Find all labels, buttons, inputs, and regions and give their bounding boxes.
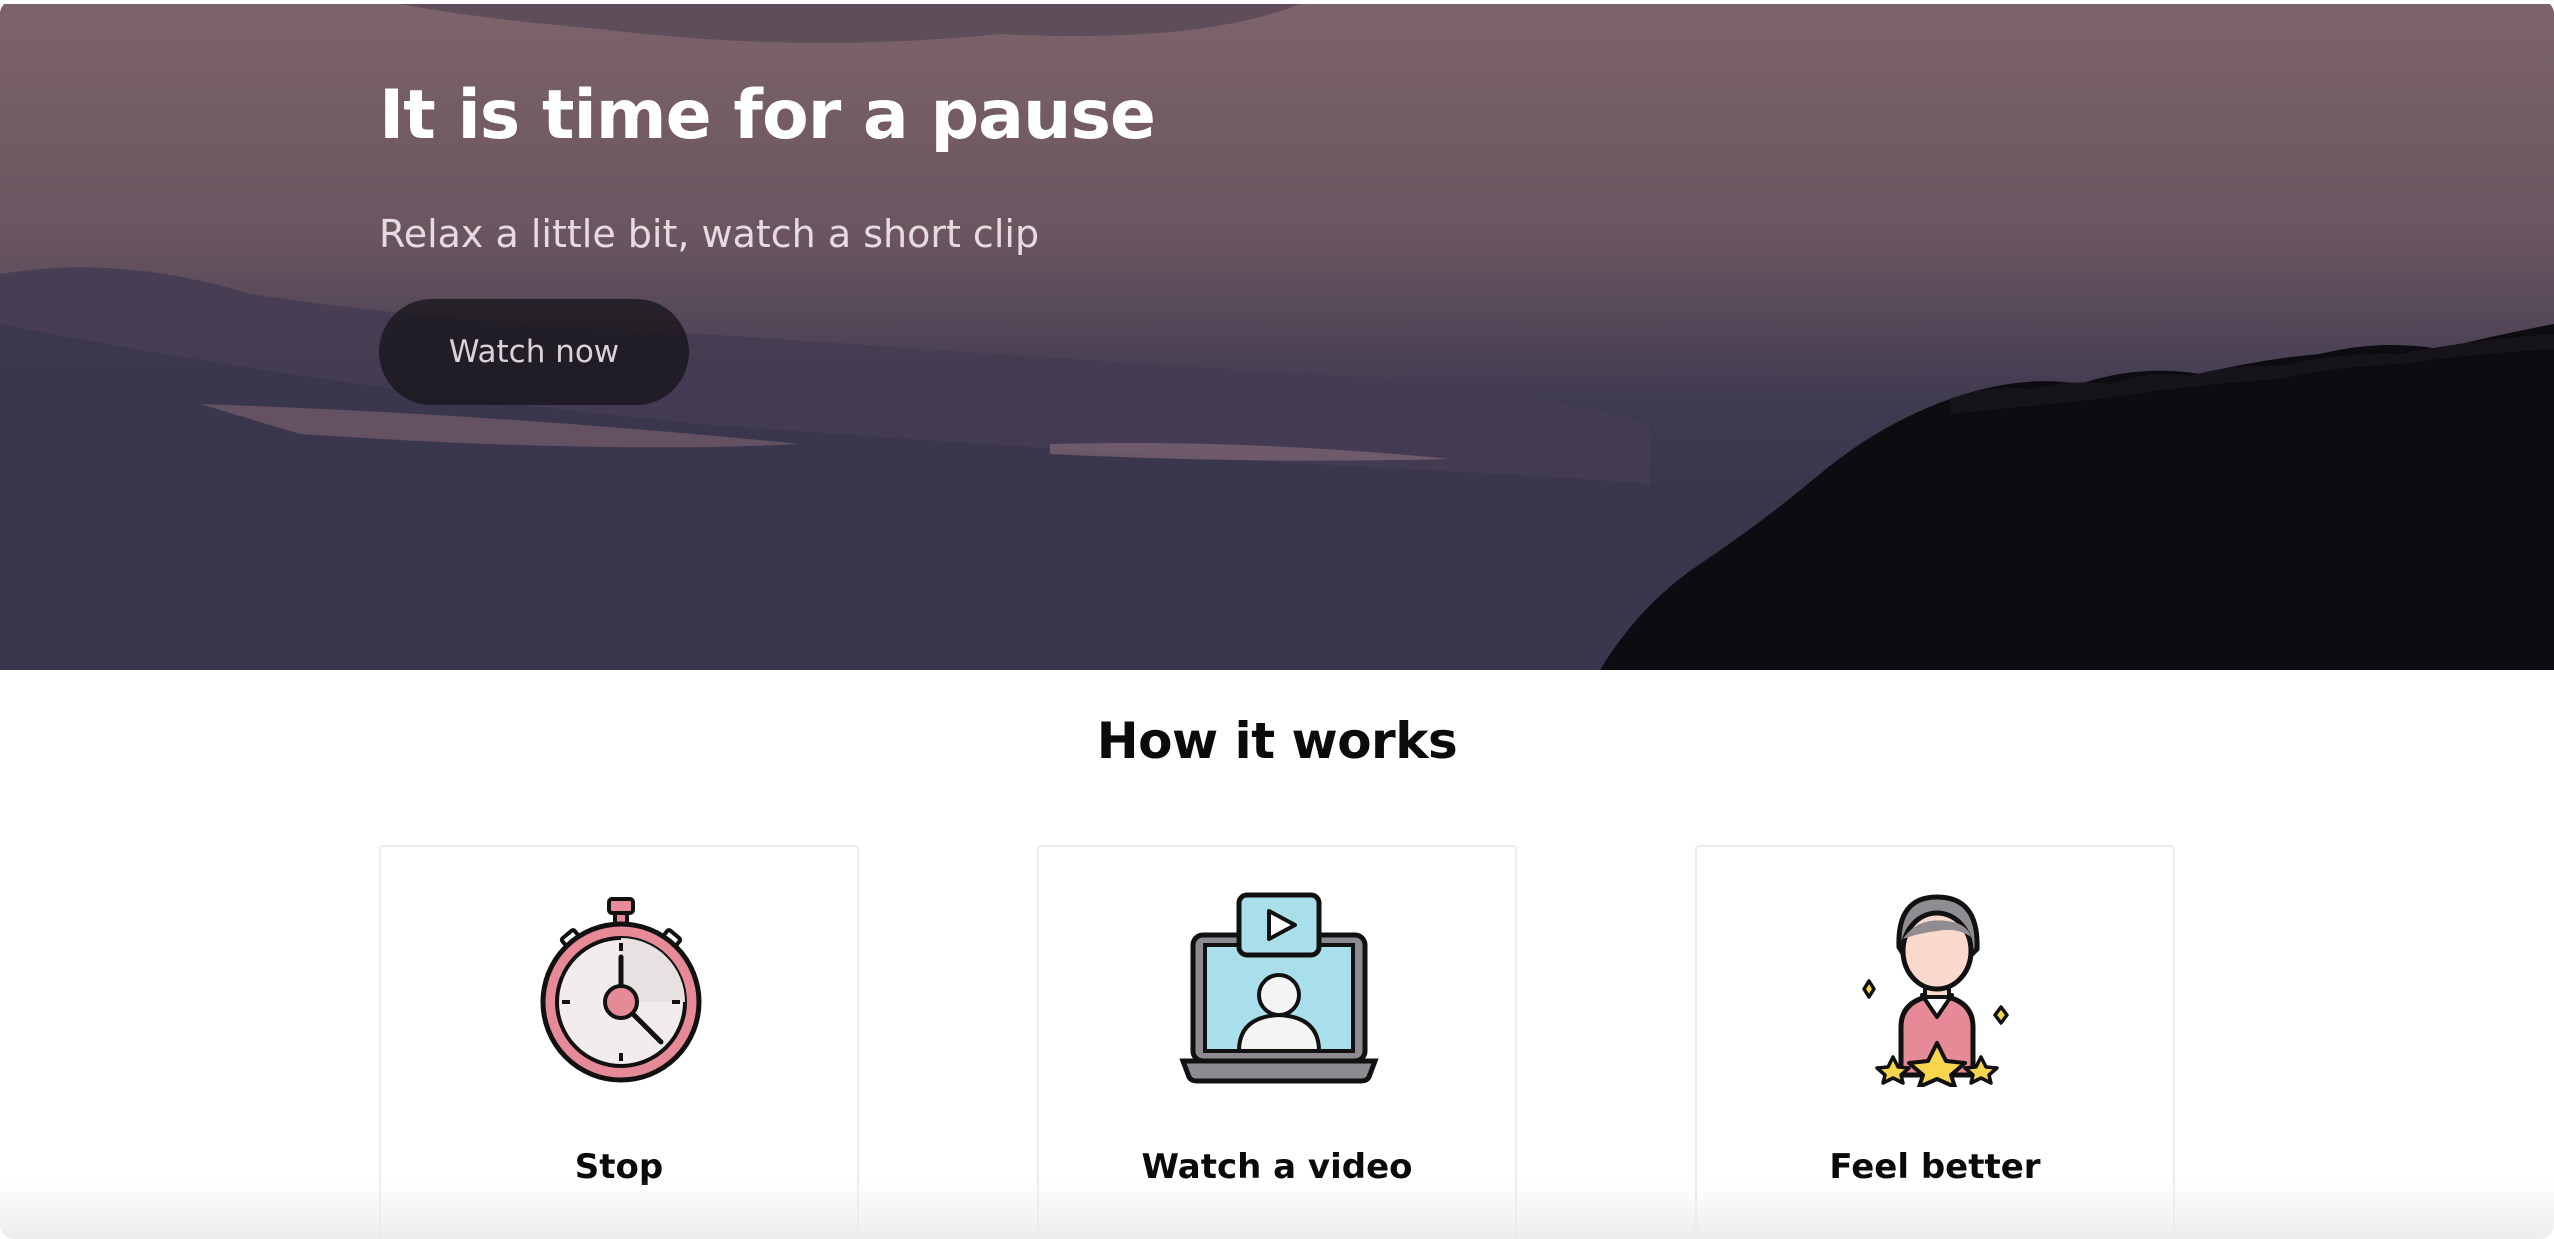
laptop-video-icon <box>1179 892 1379 1084</box>
hero-title: It is time for a pause <box>379 76 1156 155</box>
hero-section: It is time for a pause Relax a little bi… <box>0 4 2554 670</box>
stopwatch-icon <box>540 897 702 1083</box>
card-stop: Stop <box>379 845 859 1239</box>
card-feel-better: Feel better <box>1695 845 2175 1239</box>
card-watch-a-video: Watch a video <box>1037 845 1517 1239</box>
card-label: Watch a video <box>1141 1147 1413 1187</box>
how-it-works-title: How it works <box>1096 712 1458 770</box>
hero-subtitle: Relax a little bit, watch a short clip <box>379 212 1040 256</box>
card-label: Stop <box>574 1147 664 1187</box>
card-label: Feel better <box>1829 1147 2041 1187</box>
happy-person-icon <box>1862 894 2009 1087</box>
watch-now-button[interactable]: Watch now <box>379 299 689 405</box>
page: It is time for a pause Relax a little bi… <box>0 0 2554 1239</box>
